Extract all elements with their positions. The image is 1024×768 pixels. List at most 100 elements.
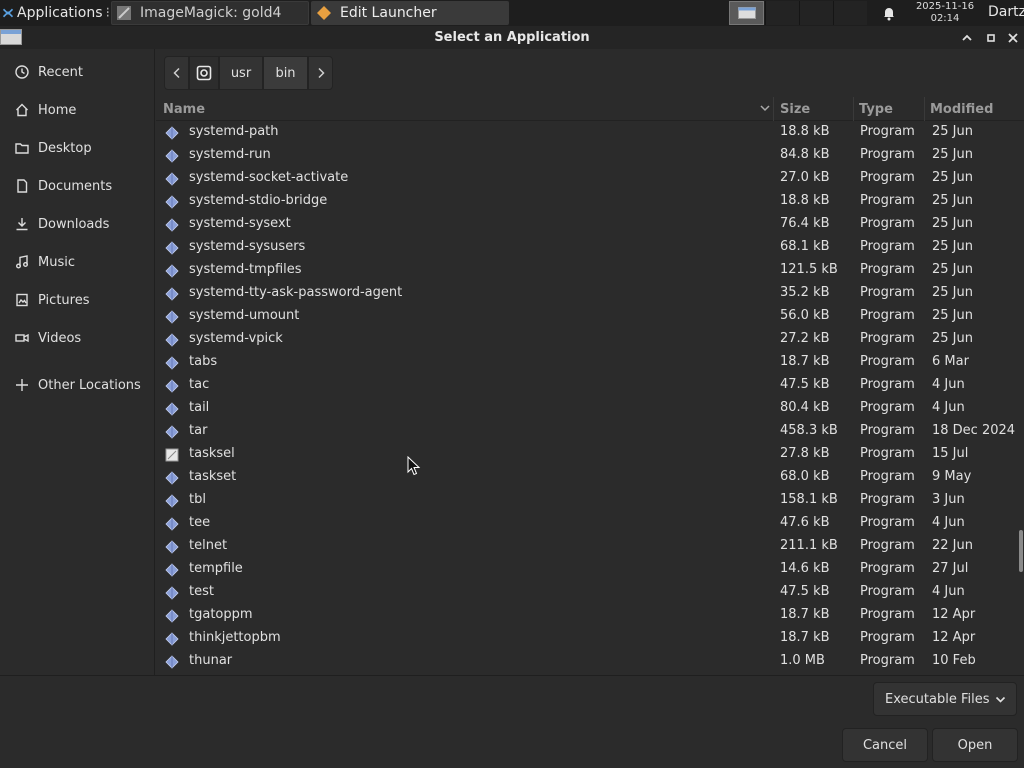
sidebar-item-label: Other Locations — [38, 377, 141, 393]
file-row[interactable]: systemd-umount 56.0 kB Program 25 Jun — [156, 305, 1024, 328]
close-button[interactable] — [1004, 29, 1022, 47]
file-row[interactable]: tac 47.5 kB Program 4 Jun — [156, 374, 1024, 397]
sidebar-item-pictures[interactable]: Pictures — [0, 282, 155, 318]
file-row[interactable]: tbl 158.1 kB Program 3 Jun — [156, 489, 1024, 512]
file-type: Program — [860, 377, 915, 392]
open-button[interactable]: Open — [932, 728, 1018, 762]
file-type: Program — [860, 469, 915, 484]
file-modified: 4 Jun — [932, 400, 965, 415]
sidebar-item-downloads[interactable]: Downloads — [0, 206, 155, 242]
file-row[interactable]: tee 47.6 kB Program 4 Jun — [156, 512, 1024, 535]
program-diamond-icon — [165, 379, 179, 393]
file-size: 18.7 kB — [780, 607, 830, 622]
file-name: taskset — [189, 469, 237, 484]
file-modified: 25 Jun — [932, 170, 973, 185]
file-name: systemd-socket-activate — [189, 170, 349, 185]
file-row[interactable]: systemd-vpick 27.2 kB Program 25 Jun — [156, 328, 1024, 351]
column-header-size[interactable]: Size — [773, 97, 853, 121]
maximize-icon — [987, 34, 995, 42]
clock[interactable]: 2025-11-16 02:14 — [907, 1, 983, 25]
path-segment-bin[interactable]: bin — [263, 56, 308, 90]
file-modified: 12 Apr — [932, 630, 976, 645]
file-row[interactable]: tabs 18.7 kB Program 6 Mar — [156, 351, 1024, 374]
maximize-button[interactable] — [982, 29, 1000, 47]
taskbar-item-edit-launcher[interactable]: Edit Launcher — [311, 1, 509, 25]
file-type: Program — [860, 308, 915, 323]
file-row[interactable]: systemd-stdio-bridge 18.8 kB Program 25 Jun — [156, 190, 1024, 213]
applications-menu-button[interactable]: Applications ⁝ — [0, 0, 110, 26]
file-list[interactable]: Name Size Type Modified systemd-path 18.8… — [156, 97, 1024, 675]
sidebar-item-documents[interactable]: Documents — [0, 168, 155, 204]
file-row[interactable]: tail 80.4 kB Program 4 Jun — [156, 397, 1024, 420]
sidebar-item-label: Documents — [38, 178, 113, 194]
file-modified: 25 Jun — [932, 193, 973, 208]
file-name: tbl — [189, 492, 206, 507]
sidebar-item-music[interactable]: Music — [0, 244, 155, 280]
file-modified: 12 Apr — [932, 607, 976, 622]
video-icon — [14, 330, 30, 346]
sidebar-item-home[interactable]: Home — [0, 92, 155, 128]
file-row[interactable]: thinkjettopbm 18.7 kB Program 12 Apr — [156, 627, 1024, 650]
window-app-icon[interactable] — [0, 29, 22, 45]
file-row[interactable]: thunar 1.0 MB Program 10 Feb — [156, 650, 1024, 673]
file-row[interactable]: test 47.5 kB Program 4 Jun — [156, 581, 1024, 604]
file-modified: 9 May — [932, 469, 972, 484]
folder-icon — [14, 140, 30, 156]
path-back-button[interactable] — [164, 56, 189, 90]
file-row[interactable]: systemd-socket-activate 27.0 kB Program 25 … — [156, 167, 1024, 190]
file-row[interactable]: systemd-tty-ask-password-agent 35.2 kB Pro… — [156, 282, 1024, 305]
file-row[interactable]: systemd-path 18.8 kB Program 25 Jun — [156, 121, 1024, 144]
file-row[interactable]: systemd-run 84.8 kB Program 25 Jun — [156, 144, 1024, 167]
file-row[interactable]: tempfile 14.6 kB Program 27 Jul — [156, 558, 1024, 581]
music-icon — [14, 254, 30, 270]
column-header-modified[interactable]: Modified — [924, 97, 1024, 121]
window-titlebar[interactable]: Select an Application — [0, 26, 1024, 49]
sort-descending-icon — [760, 105, 770, 112]
file-modified: 25 Jun — [932, 308, 973, 323]
file-name: systemd-tmpfiles — [189, 262, 302, 277]
file-row[interactable]: tar 458.3 kB Program 18 Dec 2024 — [156, 420, 1024, 443]
file-type-filter-dropdown[interactable]: Executable Files — [873, 682, 1017, 716]
path-forward-button[interactable] — [308, 56, 333, 90]
notification-bell-icon[interactable] — [881, 5, 897, 21]
column-header-type[interactable]: Type — [853, 97, 923, 121]
program-diamond-icon — [165, 310, 179, 324]
file-row[interactable]: tasksel 27.8 kB Program 15 Jul — [156, 443, 1024, 466]
minimize-button[interactable] — [958, 29, 976, 47]
file-row[interactable]: taskset 68.0 kB Program 9 May — [156, 466, 1024, 489]
file-type: Program — [860, 147, 915, 162]
column-header-name[interactable]: Name — [163, 97, 773, 121]
clock-date: 2025-11-16 — [915, 1, 975, 12]
sidebar-item-recent[interactable]: Recent — [0, 54, 155, 90]
path-segment-usr[interactable]: usr — [219, 56, 263, 90]
file-row[interactable]: systemd-tmpfiles 121.5 kB Program 25 Jun — [156, 259, 1024, 282]
file-size: 35.2 kB — [780, 285, 830, 300]
workspace-1-button[interactable] — [729, 1, 764, 25]
file-row[interactable]: tgatoppm 18.7 kB Program 12 Apr — [156, 604, 1024, 627]
file-type: Program — [860, 653, 915, 668]
workspace-3-button[interactable] — [799, 1, 833, 25]
path-segment-root[interactable] — [189, 56, 219, 90]
workspace-4-button[interactable] — [833, 1, 867, 25]
file-size: 47.6 kB — [780, 515, 830, 530]
close-icon — [1008, 33, 1018, 43]
file-row[interactable]: telnet 211.1 kB Program 22 Jun — [156, 535, 1024, 558]
program-diamond-icon — [165, 494, 179, 508]
file-list-scrollbar[interactable] — [1019, 530, 1023, 572]
sidebar-item-videos[interactable]: Videos — [0, 320, 155, 356]
file-row[interactable]: systemd-sysext 76.4 kB Program 25 Jun — [156, 213, 1024, 236]
file-modified: 15 Jul — [932, 446, 969, 461]
taskbar-item-imagemagick[interactable]: ImageMagick: gold4 — [111, 1, 309, 25]
sidebar-item-desktop[interactable]: Desktop — [0, 130, 155, 166]
user-menu[interactable]: Dartz — [988, 4, 1024, 20]
file-size: 80.4 kB — [780, 400, 830, 415]
file-type: Program — [860, 584, 915, 599]
cancel-button[interactable]: Cancel — [842, 728, 928, 762]
workspace-2-button[interactable] — [765, 1, 799, 25]
sidebar-item-label: Music — [38, 254, 75, 270]
sidebar-item-other-locations[interactable]: Other Locations — [0, 367, 155, 403]
file-row[interactable]: systemd-sysusers 68.1 kB Program 25 Jun — [156, 236, 1024, 259]
column-header-label: Name — [163, 101, 206, 117]
sidebar-item-label: Recent — [38, 64, 83, 80]
file-size: 68.1 kB — [780, 239, 830, 254]
